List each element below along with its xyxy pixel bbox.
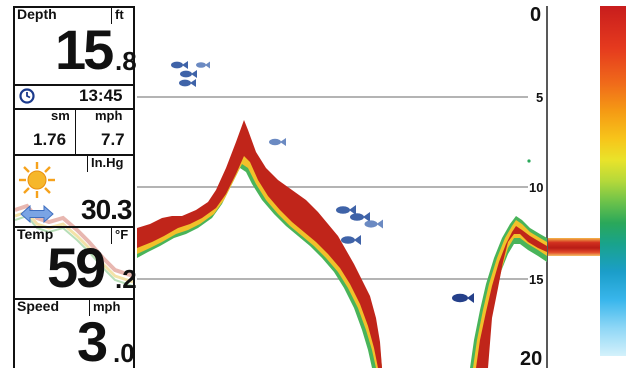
pressure-unit: In.Hg — [91, 155, 124, 170]
time-value: 13:45 — [79, 86, 123, 105]
depth-unit: ft — [115, 7, 124, 22]
distance-value: 1.76 — [33, 130, 67, 149]
flasher-return — [548, 238, 600, 256]
depth-label-15: 15 — [529, 272, 544, 287]
speed-value-dec: .0 — [113, 338, 135, 368]
depth-label: Depth — [17, 6, 57, 22]
bottom-return-right — [470, 216, 547, 368]
pressure-value: 30.3 — [81, 194, 132, 225]
speed-value-small: 7.7 — [101, 130, 125, 149]
depth-label-5: 5 — [536, 90, 544, 105]
speed-value-int: 3 — [77, 310, 108, 368]
clock-icon — [19, 88, 35, 104]
speed-label: Speed — [17, 298, 60, 314]
distance-divider — [75, 110, 76, 154]
bottom-return-left — [137, 120, 382, 368]
readout-panel: Depth ft 15 .8 13:45 sm mph 1.76 7.7 In.… — [13, 6, 137, 368]
pressure-unit-divider — [87, 156, 88, 172]
depth-value-int: 15 — [55, 18, 114, 81]
depth-value-dec: .8 — [115, 46, 137, 76]
sonar-display: 0 5 10 15 20 Depth ft 15 .8 13:45 sm mph… — [0, 0, 628, 368]
depth-label-0: 0 — [530, 4, 542, 26]
temp-value-dec: .2 — [115, 264, 137, 294]
sonar-noise-dot — [527, 159, 531, 163]
sensitivity-color-bar — [600, 6, 626, 356]
distance-unit: sm — [51, 108, 70, 123]
double-arrow-icon — [20, 204, 54, 224]
depth-label-10: 10 — [529, 180, 544, 195]
temp-unit-divider — [111, 228, 112, 244]
temp-unit: °F — [115, 227, 129, 242]
sun-icon — [19, 162, 55, 198]
depth-label-20: 20 — [520, 348, 543, 368]
temp-value-int: 59 — [47, 236, 106, 299]
speed-unit-small: mph — [95, 108, 123, 123]
